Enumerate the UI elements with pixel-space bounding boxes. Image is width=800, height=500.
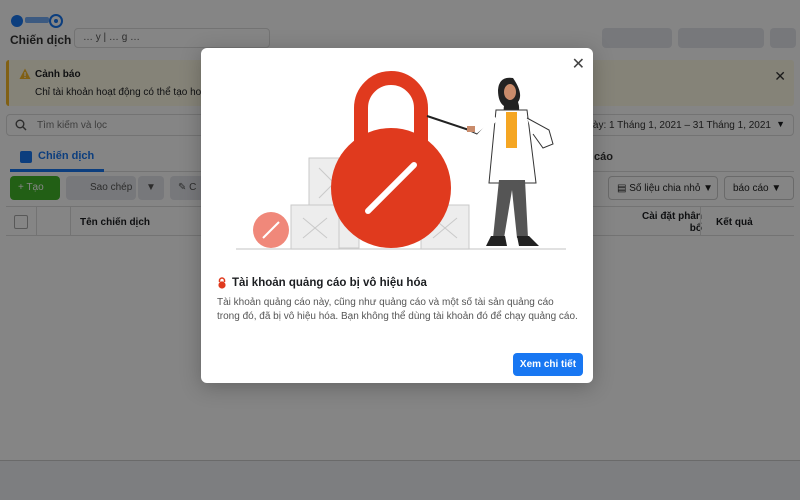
dialog-title: Tài khoản quảng cáo bị vô hiệu hóa	[232, 277, 427, 289]
view-details-button[interactable]: Xem chi tiết	[513, 353, 583, 376]
close-icon[interactable]: ✕	[572, 54, 585, 74]
dialog-message: Tài khoản quảng cáo này, cũng như quảng …	[217, 297, 578, 322]
lock-icon	[218, 277, 226, 289]
account-disabled-dialog: ✕ Tài khoản quảng cáo bị vô hiệu hóa Tài…	[201, 48, 593, 383]
dialog-heading: Tài khoản quảng cáo bị vô hiệu hóa	[217, 277, 427, 289]
disabled-account-illustration	[236, 71, 566, 250]
